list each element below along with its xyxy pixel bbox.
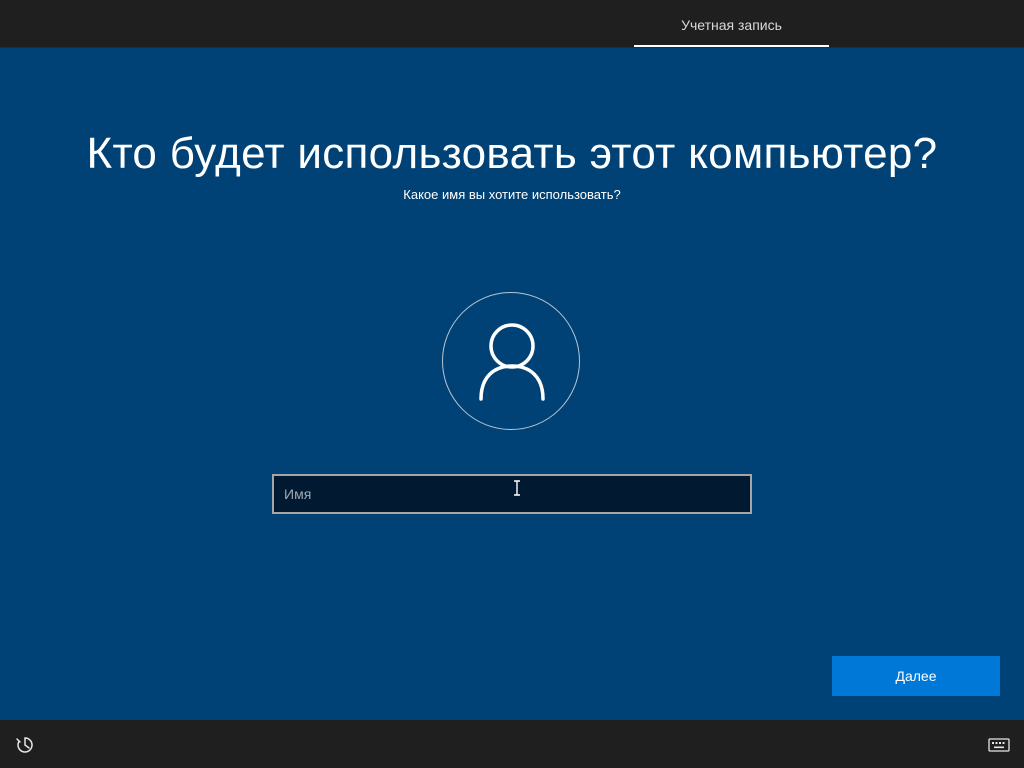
- name-input[interactable]: [272, 474, 752, 514]
- top-bar: Учетная запись: [0, 0, 1024, 48]
- bottom-bar: [0, 720, 1024, 768]
- avatar: [442, 292, 580, 430]
- tab-account-label: Учетная запись: [681, 17, 782, 33]
- page-subtitle: Какое имя вы хотите использовать?: [403, 187, 621, 202]
- oobe-screen: Учетная запись Кто будет использовать эт…: [0, 0, 1024, 768]
- tab-active-indicator: [634, 45, 829, 47]
- user-icon: [479, 323, 545, 401]
- page-title: Кто будет использовать этот компьютер?: [86, 129, 938, 178]
- tab-account[interactable]: Учетная запись: [634, 0, 829, 47]
- accessibility-icon[interactable]: [14, 734, 36, 756]
- next-button[interactable]: Далее: [832, 656, 1000, 696]
- keyboard-icon[interactable]: [988, 736, 1010, 754]
